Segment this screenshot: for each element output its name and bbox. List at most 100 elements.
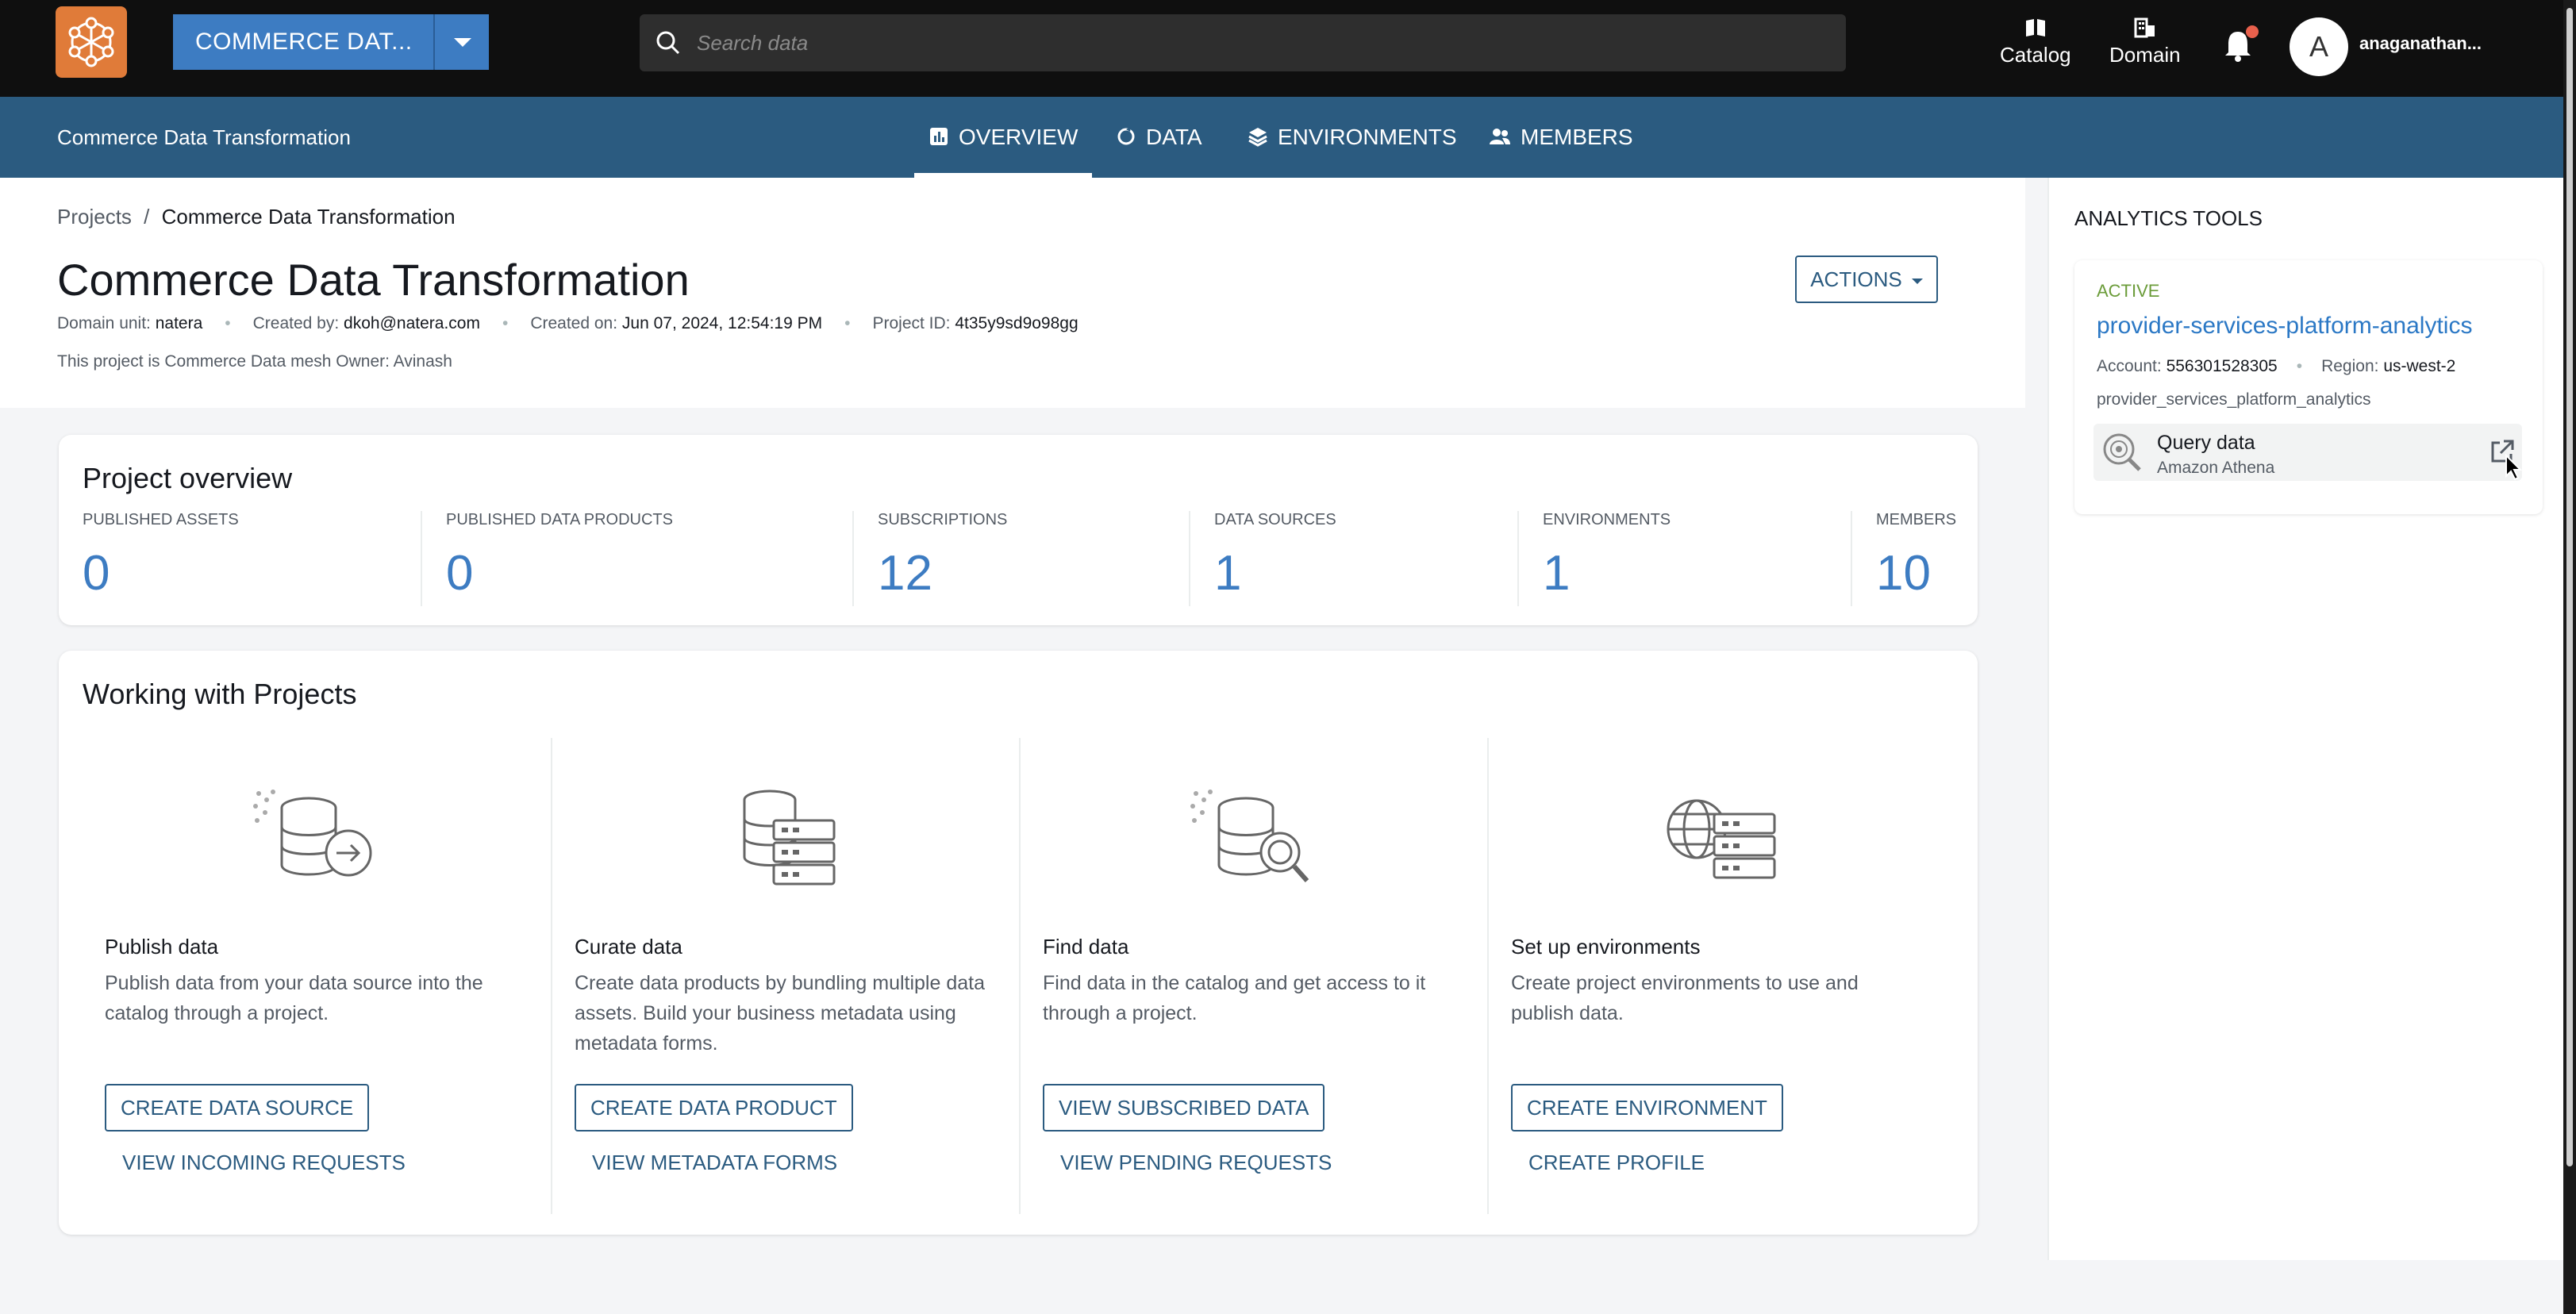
analytics-tool-database: provider_services_platform_analytics — [2097, 390, 2371, 409]
create-data-product-button[interactable]: CREATE DATA PRODUCT — [575, 1084, 853, 1132]
search-bar[interactable] — [640, 14, 1846, 71]
username[interactable]: anaganathan... — [2359, 33, 2482, 54]
actions-label: ACTIONS — [1810, 267, 1902, 291]
create-profile-link[interactable]: CREATE PROFILE — [1528, 1151, 1705, 1175]
data-product-icon — [743, 790, 836, 886]
curate-data-description: Create data products by bundling multipl… — [575, 972, 985, 1055]
stat-value: 10 — [1876, 546, 1931, 601]
stat-value: 0 — [83, 546, 110, 601]
view-metadata-forms-link[interactable]: VIEW METADATA FORMS — [592, 1151, 837, 1175]
create-data-source-button[interactable]: CREATE DATA SOURCE — [105, 1084, 370, 1132]
stat-environments: ENVIRONMENTS 1 — [1517, 511, 1671, 606]
search-input[interactable] — [697, 14, 1808, 71]
scrollbar-thumb[interactable] — [2566, 8, 2573, 1166]
athena-icon — [2103, 433, 2141, 471]
stat-label: PUBLISHED DATA PRODUCTS — [446, 511, 673, 528]
avatar[interactable]: A — [2290, 17, 2348, 76]
region-value: us-west-2 — [2383, 357, 2456, 375]
view-incoming-requests-link[interactable]: VIEW INCOMING REQUESTS — [122, 1151, 406, 1175]
region-label: Region: — [2321, 357, 2379, 375]
project-selector[interactable]: COMMERCE DAT... — [173, 14, 433, 70]
domain-unit-label: Domain unit: — [57, 314, 151, 332]
catalog-icon — [2025, 19, 2045, 36]
project-header: Projects / Commerce Data Transformation … — [0, 178, 2025, 408]
analytics-tool-name-link[interactable]: provider-services-platform-analytics — [2097, 313, 2472, 340]
mouse-cursor-icon — [2505, 454, 2522, 481]
setup-environments-title: Set up environments — [1511, 935, 1701, 959]
publish-data-title: Publish data — [105, 935, 219, 959]
view-subscribed-data-button[interactable]: VIEW SUBSCRIBED DATA — [1043, 1084, 1325, 1132]
publish-data-description: Publish data from your data source into … — [105, 972, 483, 1024]
project-selector-dropdown[interactable] — [433, 14, 489, 70]
logo-icon — [68, 17, 114, 67]
analytics-tool-card: ACTIVE provider-services-platform-analyt… — [2074, 260, 2543, 514]
project-meta: Domain unit: natera • Created by: dkoh@nat… — [57, 314, 1078, 333]
caret-down-icon — [454, 38, 471, 47]
created-on-label: Created on: — [530, 314, 618, 332]
stat-members: MEMBERS 10 — [1851, 511, 1970, 606]
setup-environments-column: Set up environments Create project envir… — [1487, 738, 1955, 1214]
meta-separator: • — [225, 314, 231, 332]
breadcrumb-current: Commerce Data Transformation — [161, 205, 456, 229]
curate-data-illustration — [552, 786, 1019, 893]
breadcrumb-projects[interactable]: Projects — [57, 205, 132, 229]
stat-value: 1 — [1214, 546, 1242, 601]
tab-overview[interactable]: OVERVIEW — [913, 97, 1093, 178]
project-overview-title: Project overview — [83, 462, 293, 494]
page-title: Commerce Data Transformation — [57, 255, 690, 305]
app-logo[interactable] — [56, 6, 127, 78]
tab-data[interactable]: DATA — [1116, 97, 1202, 178]
stat-label: MEMBERS — [1876, 511, 1957, 528]
publish-data-illustration — [83, 786, 551, 893]
find-data-illustration — [1021, 786, 1487, 893]
stat-label: SUBSCRIPTIONS — [878, 511, 1008, 528]
meta-separator: • — [502, 314, 509, 332]
query-data-row[interactable]: Query data Amazon Athena — [2093, 424, 2522, 481]
domain-icon — [2134, 17, 2155, 38]
project-overview-card: Project overview PUBLISHED ASSETS 0 PUBL… — [59, 435, 1978, 625]
notifications-button[interactable] — [2222, 25, 2259, 67]
working-with-projects-title: Working with Projects — [83, 678, 357, 710]
stat-published-data-products: PUBLISHED DATA PRODUCTS 0 — [421, 511, 673, 606]
publish-data-column: Publish data Publish data from your data… — [83, 738, 551, 1214]
stat-value: 12 — [878, 546, 932, 601]
tab-members-label: MEMBERS — [1521, 125, 1633, 149]
nav-domain[interactable]: Domain — [2109, 17, 2181, 67]
tab-data-label: DATA — [1146, 125, 1202, 149]
members-icon — [1490, 129, 1510, 145]
view-pending-requests-link[interactable]: VIEW PENDING REQUESTS — [1060, 1151, 1332, 1175]
create-environment-button[interactable]: CREATE ENVIRONMENT — [1511, 1084, 1783, 1132]
actions-button[interactable]: ACTIONS — [1795, 256, 1938, 303]
created-by-value: dkoh@natera.com — [344, 314, 480, 332]
working-with-projects-card: Working with Projects Publish data Publi… — [59, 651, 1978, 1235]
analytics-tools-panel: ANALYTICS TOOLS ACTIVE provider-services… — [2047, 178, 2563, 1260]
analytics-tool-account: Account: 556301528305 • Region: us-west-2 — [2097, 357, 2455, 376]
status-badge: ACTIVE — [2097, 281, 2160, 301]
curate-data-column: Curate data Create data products by bund… — [551, 738, 1019, 1214]
setup-environments-illustration — [1489, 786, 1955, 893]
meta-separator: • — [2296, 357, 2303, 375]
query-data-label: Query data — [2157, 432, 2255, 454]
project-id-value: 4t35y9sd9o98gg — [955, 314, 1078, 332]
overview-icon — [930, 128, 948, 146]
curate-data-title: Curate data — [575, 935, 682, 959]
globe-server-icon — [1667, 799, 1776, 879]
created-by-label: Created by: — [252, 314, 340, 332]
project-nav-title: Commerce Data Transformation — [57, 125, 351, 149]
top-bar: COMMERCE DAT... Catalog Domain A anagana… — [0, 0, 2563, 97]
tab-environments[interactable]: ENVIRONMENTS — [1248, 97, 1457, 178]
domain-unit-value: natera — [155, 314, 203, 332]
stat-published-assets: PUBLISHED ASSETS 0 — [83, 511, 239, 601]
scrollbar[interactable] — [2563, 0, 2576, 1314]
database-arrow-icon — [253, 790, 372, 877]
tab-environments-label: ENVIRONMENTS — [1278, 125, 1457, 149]
stat-subscriptions: SUBSCRIPTIONS 12 — [852, 511, 1007, 606]
tab-members[interactable]: MEMBERS — [1489, 97, 1633, 178]
created-on-value: Jun 07, 2024, 12:54:19 PM — [621, 314, 823, 332]
find-data-column: Find data Find data in the catalog and g… — [1019, 738, 1487, 1214]
stat-data-sources: DATA SOURCES 1 — [1189, 511, 1336, 606]
find-data-description: Find data in the catalog and get access … — [1043, 972, 1426, 1024]
project-nav-bar: Commerce Data Transformation OVERVIEW DA… — [0, 97, 2563, 178]
analytics-tools-title: ANALYTICS TOOLS — [2074, 206, 2263, 230]
nav-catalog[interactable]: Catalog — [2000, 17, 2071, 67]
